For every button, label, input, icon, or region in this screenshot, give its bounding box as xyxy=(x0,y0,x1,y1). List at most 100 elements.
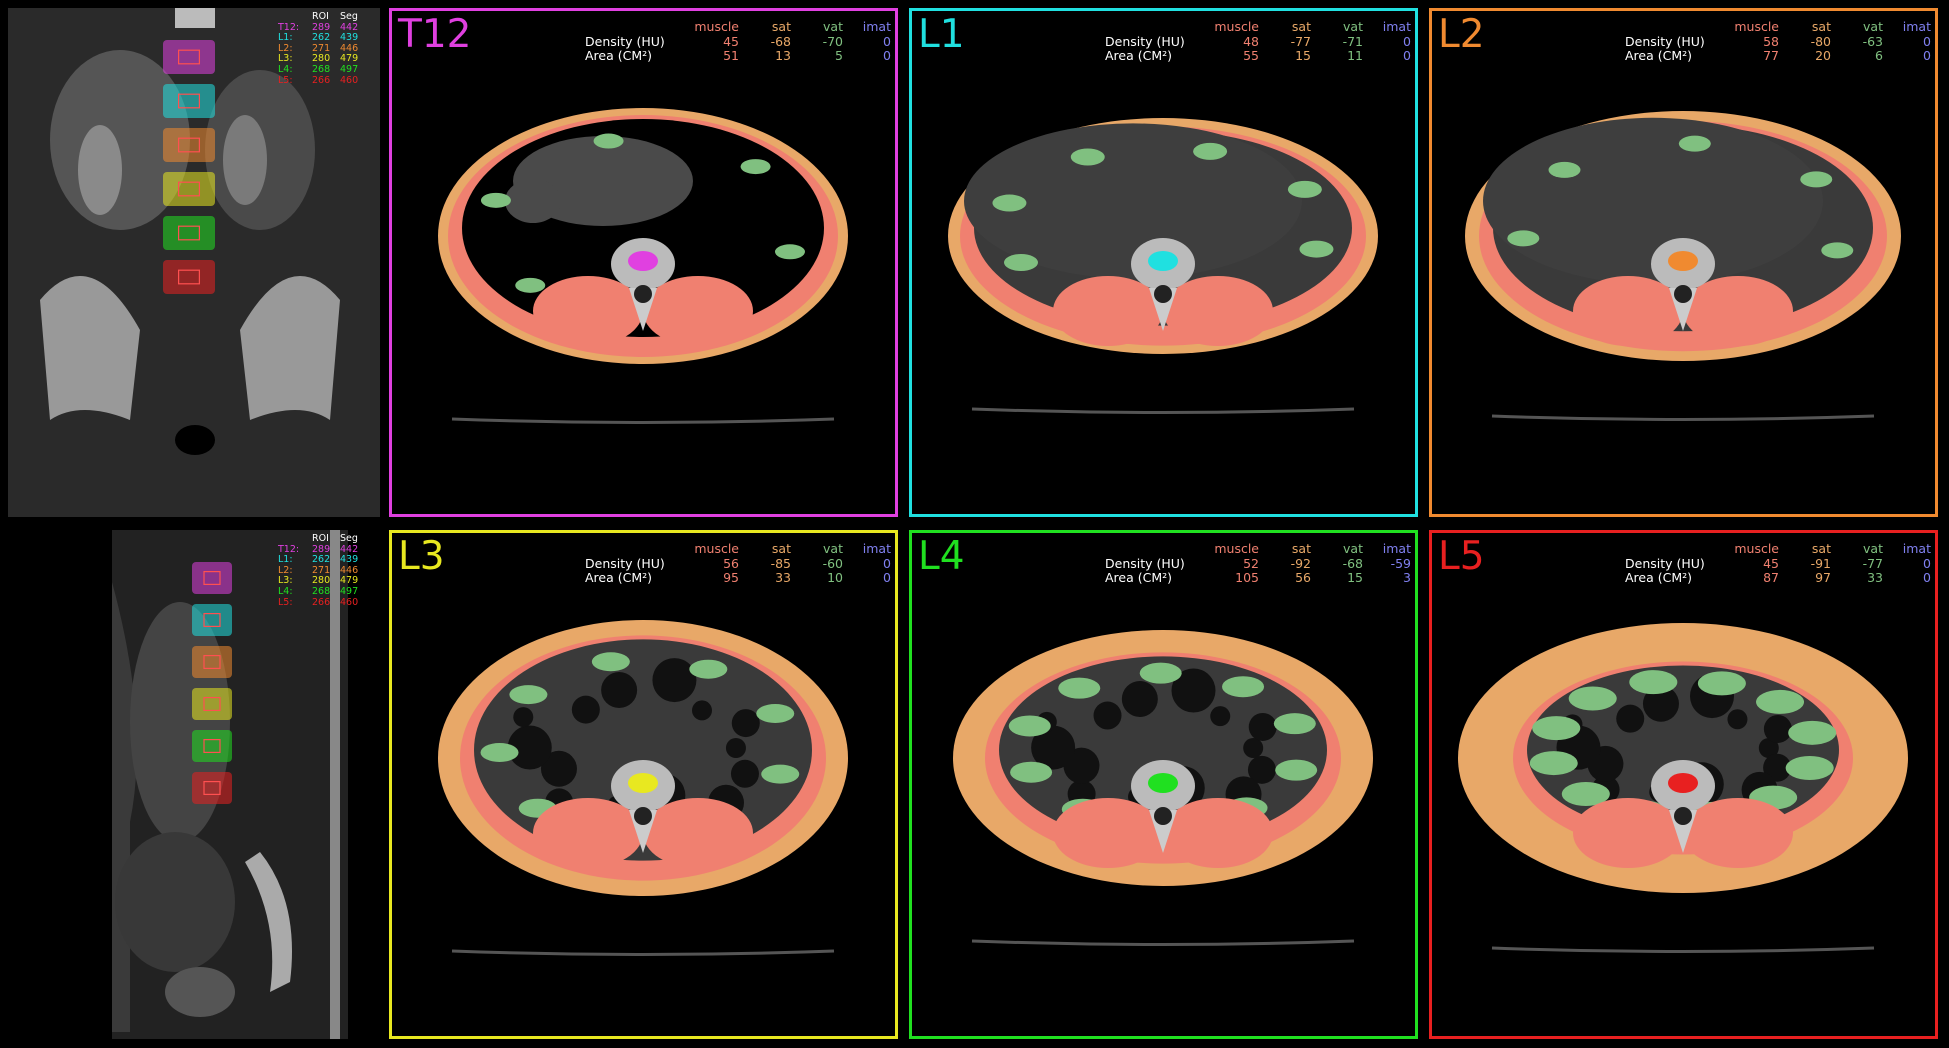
slice-panel-t12: T12 muscle sat vat imat Density (HU) 45 -68 -70 0… xyxy=(389,8,898,517)
roi-marker xyxy=(1148,251,1178,271)
slice-panel-l1: L1 muscle sat vat imat Density (HU) 48 -77 -71 0 A… xyxy=(909,8,1418,517)
stats-value: -63 xyxy=(1862,33,1883,49)
vat-region xyxy=(515,277,546,293)
roi-marker xyxy=(1668,773,1698,793)
vat-region xyxy=(1010,761,1053,783)
stats-value: 0 xyxy=(883,48,891,63)
stats-column-header: vat xyxy=(1863,541,1883,556)
vat-region xyxy=(689,659,728,679)
stats-column-header: vat xyxy=(823,19,843,34)
stats-column-header: sat xyxy=(771,541,791,556)
stats-value: 0 xyxy=(883,33,891,49)
row-seg: 460 xyxy=(340,596,359,608)
row-roi: 266 xyxy=(312,74,331,86)
vat-region xyxy=(1058,677,1101,699)
vat-region xyxy=(480,192,511,208)
row-label: L5: xyxy=(278,74,293,86)
stats-value: 0 xyxy=(1923,555,1931,571)
row-seg: 497 xyxy=(340,63,359,75)
roi-header: ROI xyxy=(312,11,329,22)
stats-value: 0 xyxy=(1403,33,1411,49)
stats-row-label: Density (HU) xyxy=(1625,33,1705,49)
stats-value: -68 xyxy=(770,33,791,49)
stats-value: 15 xyxy=(1347,570,1363,585)
stats-value: 87 xyxy=(1763,570,1779,585)
axial-ct-image xyxy=(1458,623,1908,953)
stats-value: 20 xyxy=(1815,48,1831,63)
vat-region xyxy=(1222,676,1265,698)
stats-row-label: Density (HU) xyxy=(585,33,665,49)
stats-column-header: imat xyxy=(862,541,891,556)
vertebra-highlight xyxy=(192,688,232,720)
stats-value: 33 xyxy=(775,570,791,585)
roi-marker xyxy=(1668,251,1698,271)
row-roi: 268 xyxy=(312,63,331,75)
vertebra-highlight xyxy=(192,604,232,636)
stats-value: 6 xyxy=(1875,48,1883,63)
stats-column-header: muscle xyxy=(1734,19,1779,34)
stats-value: 5 xyxy=(835,48,843,63)
stats-table: muscle sat vat imat Density (HU) 48 -77 -71 0 Are… xyxy=(1105,19,1411,64)
stats-value: -85 xyxy=(770,555,791,571)
stats-row-label: Density (HU) xyxy=(1105,33,1185,49)
vat-region xyxy=(1070,148,1105,166)
sagittal-roi-table: ROI Seg T12: 289 442 L1: 262 439 L2: 271 446 L3… xyxy=(278,533,364,608)
vertebra-label: L2 xyxy=(1438,12,1485,57)
vat-region xyxy=(992,194,1027,212)
stats-value: -80 xyxy=(1810,33,1831,49)
row-roi: 268 xyxy=(312,585,331,597)
stats-row-label: Area (CM²) xyxy=(1625,570,1693,585)
vat-region xyxy=(480,742,519,762)
stats-column-header: vat xyxy=(1343,541,1363,556)
stats-table: muscle sat vat imat Density (HU) 45 -68 -70 0 Are… xyxy=(585,19,891,64)
vat-region xyxy=(1275,759,1318,781)
stats-value: 105 xyxy=(1235,570,1259,585)
stats-value: 0 xyxy=(883,570,891,585)
seg-header: Seg xyxy=(340,533,358,544)
vat-region xyxy=(1532,716,1581,741)
slice-panel-l3: L3 muscle sat vat imat Density (HU) 56 -85 -60 0 A… xyxy=(389,530,898,1039)
roi-marker xyxy=(1148,773,1178,793)
vertebra-label: L3 xyxy=(398,534,445,579)
axial-ct-image xyxy=(1465,111,1901,421)
stats-column-header: sat xyxy=(1811,19,1831,34)
vertebra-highlight xyxy=(163,260,215,294)
vat-region xyxy=(1678,135,1711,152)
stats-value: -92 xyxy=(1290,555,1311,571)
row-label: L4: xyxy=(278,585,293,597)
vertebra-label: L4 xyxy=(918,534,965,579)
vat-region xyxy=(1139,662,1182,684)
stats-column-header: vat xyxy=(823,541,843,556)
stats-row-label: Density (HU) xyxy=(1105,555,1185,571)
vat-region xyxy=(1785,755,1834,780)
vat-region xyxy=(509,685,548,705)
stats-value: 56 xyxy=(723,555,739,571)
stats-value: 48 xyxy=(1243,33,1259,49)
stats-value: 97 xyxy=(1815,570,1831,585)
stats-column-header: vat xyxy=(1863,19,1883,34)
paraspinal-muscle xyxy=(643,276,753,346)
vat-region xyxy=(1568,686,1617,711)
roi-marker xyxy=(628,773,658,793)
roi-header: ROI xyxy=(312,533,329,544)
stats-value: 95 xyxy=(723,570,739,585)
stats-row-label: Area (CM²) xyxy=(1105,570,1173,585)
stats-column-header: sat xyxy=(1291,541,1311,556)
stats-value: 0 xyxy=(1923,48,1931,63)
vat-region xyxy=(756,703,795,723)
paraspinal-muscle xyxy=(1053,798,1163,868)
stats-row-label: Area (CM²) xyxy=(1625,48,1693,63)
stats-column-header: imat xyxy=(1902,541,1931,556)
coronal-roi-table: ROI Seg T12: 289 442 L1: 262 439 L2: 271 446 L3… xyxy=(278,11,364,86)
stats-value: 0 xyxy=(1923,33,1931,49)
roi-marker xyxy=(628,251,658,271)
stats-value: 45 xyxy=(723,33,739,49)
vat-region xyxy=(774,244,805,260)
stats-value: 52 xyxy=(1243,555,1259,571)
vat-region xyxy=(1008,715,1051,737)
paraspinal-muscle xyxy=(1683,276,1793,346)
stats-column-header: sat xyxy=(1291,19,1311,34)
paraspinal-muscle xyxy=(1163,798,1273,868)
seg-header: Seg xyxy=(340,11,358,22)
stats-column-header: imat xyxy=(862,19,891,34)
